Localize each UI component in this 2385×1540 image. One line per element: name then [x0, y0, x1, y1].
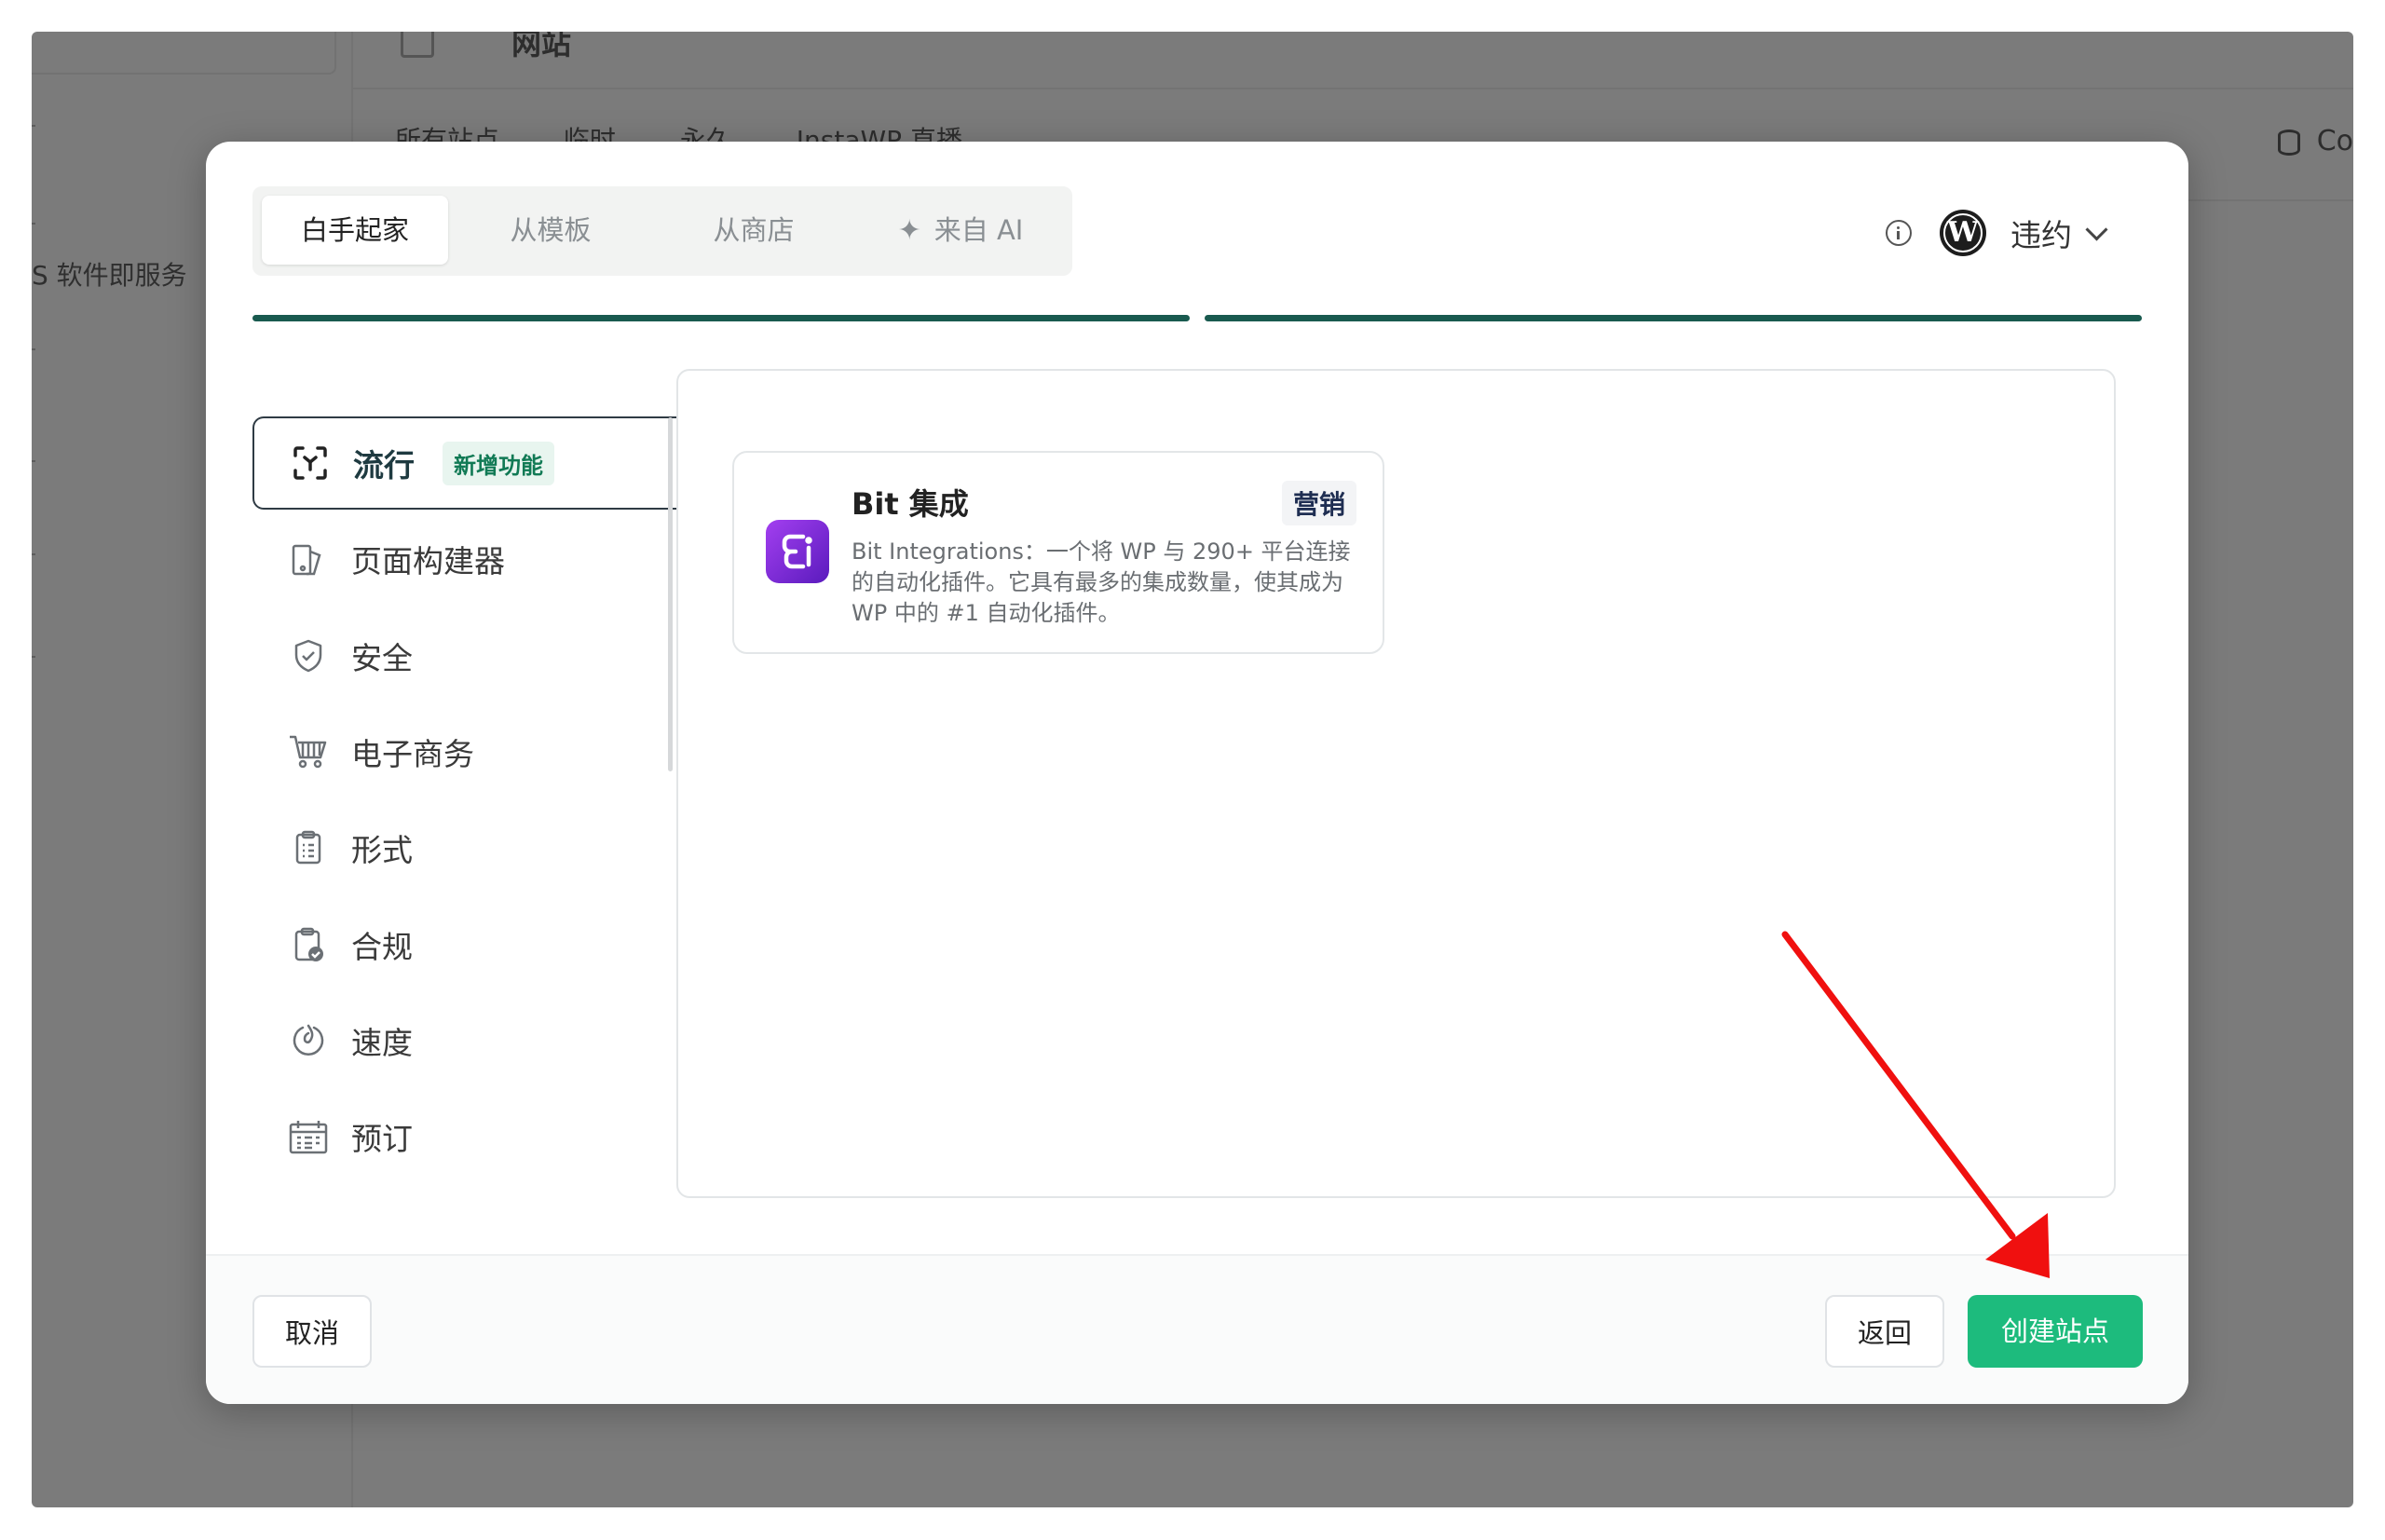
sparkle-icon: ✦: [897, 214, 921, 247]
tab-from-store[interactable]: 从商店: [661, 196, 847, 265]
page-builder-icon: [288, 538, 329, 579]
sidebar-item-label: 速度: [351, 1025, 413, 1061]
sidebar-item-label: 安全: [351, 640, 413, 676]
tab-from-scratch[interactable]: 白手起家: [262, 196, 448, 265]
create-site-modal: 白手起家 从模板 从商店 ✦ 来自 AI W 违约 流行 新增功能 页面构建器 安…: [206, 142, 2188, 1404]
sidebar-item-label: 电子商务: [351, 736, 474, 772]
focus-icon: [290, 443, 331, 484]
clipboard-icon: [288, 827, 329, 868]
progress-step-1: [252, 315, 1190, 321]
bg-right-label: Co: [2316, 125, 2353, 157]
sidebar-item-label: 合规: [351, 929, 413, 965]
bg-website-icon: [401, 32, 434, 58]
bg-tick: [32, 460, 35, 462]
tab-from-ai[interactable]: ✦ 来自 AI: [858, 196, 1063, 265]
sidebar-item-booking[interactable]: 预订: [252, 1090, 676, 1183]
sidebar-item-compliance[interactable]: 合规: [252, 898, 676, 991]
create-site-button[interactable]: 创建站点: [1968, 1295, 2143, 1368]
bg-tick: [32, 223, 35, 225]
cart-icon: [288, 731, 329, 772]
tab-from-template[interactable]: 从模板: [457, 196, 644, 265]
bg-sidebar-label: S 软件即服务: [32, 260, 187, 291]
sidebar-item-popular[interactable]: 流行 新增功能: [252, 416, 676, 510]
bg-sidebar-box: [32, 32, 336, 75]
bg-page-title: 网站: [511, 32, 572, 61]
bg-divider: [353, 88, 2353, 89]
tab-label: 从模板: [510, 214, 592, 246]
sidebar-item-forms[interactable]: 形式: [252, 801, 676, 894]
bg-tick: [32, 348, 35, 350]
plugin-list-panel: Bit 集成 营销 Bit Integrations：一个将 WP 与 290+…: [676, 369, 2116, 1198]
chevron-down-icon[interactable]: [2085, 217, 2108, 241]
sidebar-item-security[interactable]: 安全: [252, 609, 676, 702]
wordpress-icon: W: [1940, 210, 1986, 256]
bit-integrations-logo: [766, 520, 829, 583]
bg-tick: [32, 656, 35, 658]
sidebar-item-ecommerce[interactable]: 电子商务: [252, 705, 676, 798]
plugin-card[interactable]: Bit 集成 营销 Bit Integrations：一个将 WP 与 290+…: [732, 451, 1384, 654]
calendar-icon: [288, 1116, 329, 1157]
plugin-description: Bit Integrations：一个将 WP 与 290+ 平台连接的自动化插…: [852, 538, 1351, 626]
bg-tick: [32, 125, 35, 127]
source-tabs: 白手起家 从模板 从商店 ✦ 来自 AI: [252, 186, 1072, 276]
info-icon[interactable]: [1886, 220, 1912, 246]
bg-tick: [32, 553, 35, 555]
sidebar-item-speed[interactable]: 速度: [252, 994, 676, 1087]
sidebar-item-label: 形式: [351, 832, 413, 868]
tab-label: 来自 AI: [934, 214, 1024, 246]
tab-label: 从商店: [713, 214, 795, 246]
back-button[interactable]: 返回: [1825, 1295, 1944, 1368]
sidebar-scrollbar[interactable]: [668, 417, 673, 771]
tab-label: 白手起家: [300, 214, 409, 246]
plugin-name: Bit 集成: [852, 486, 969, 522]
cancel-button[interactable]: 取消: [252, 1295, 372, 1368]
sidebar-item-label: 流行: [353, 447, 415, 484]
wp-config-label[interactable]: 违约: [2010, 211, 2072, 255]
sidebar-item-page-builder[interactable]: 页面构建器: [252, 512, 676, 606]
shield-icon: [288, 635, 329, 676]
bg-right-item: Co: [2277, 125, 2353, 157]
wp-version-selector: W 违约: [1886, 205, 2108, 261]
new-feature-badge: 新增功能: [443, 441, 554, 485]
sidebar-item-label: 页面构建器: [351, 543, 505, 579]
clipboard-check-icon: [288, 924, 329, 965]
progress-step-2: [1205, 315, 2142, 321]
speed-icon: [288, 1020, 329, 1061]
plugin-category-tag: 营销: [1281, 481, 1356, 525]
modal-footer: 取消 返回 创建站点: [206, 1254, 2188, 1404]
database-icon: [2277, 129, 2300, 156]
sidebar-item-label: 预订: [351, 1121, 413, 1157]
